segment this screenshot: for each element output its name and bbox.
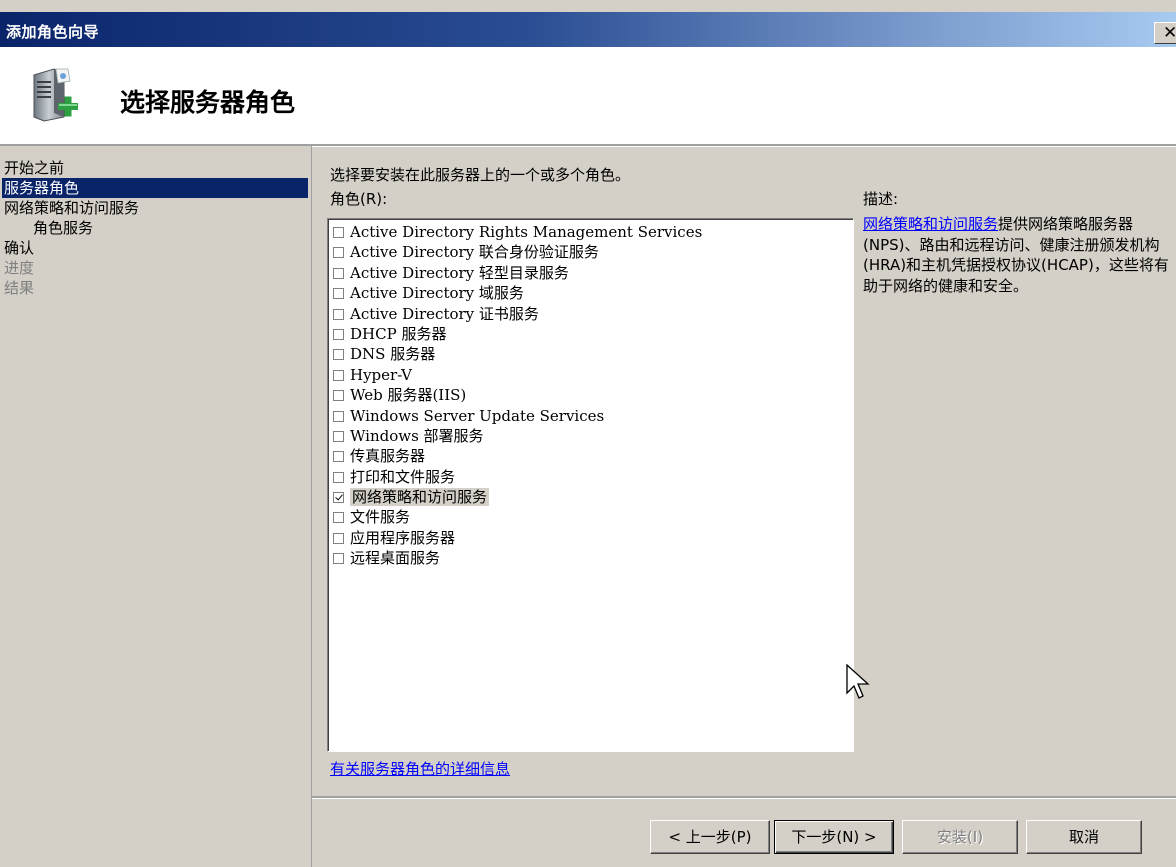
role-item[interactable]: Windows 部署服务 xyxy=(328,426,853,446)
role-item[interactable]: Active Directory 域服务 xyxy=(328,283,853,303)
sidebar-item-results: 结果 xyxy=(4,279,35,297)
role-item[interactable]: Active Directory 证书服务 xyxy=(328,304,853,324)
sidebar-item-progress: 进度 xyxy=(4,259,35,277)
checkbox[interactable] xyxy=(333,410,344,422)
description-label: 描述: xyxy=(863,190,899,208)
mouse-pointer-icon xyxy=(846,664,870,699)
more-info-link[interactable]: 有关服务器角色的详细信息 xyxy=(330,758,510,779)
sidebar-item-role-services[interactable]: 角色服务 xyxy=(2,218,308,238)
window-title: 添加角色向导 xyxy=(6,23,100,41)
close-icon: ✕ xyxy=(1163,23,1176,43)
cancel-button[interactable]: 取消 xyxy=(1026,820,1142,854)
checkbox[interactable] xyxy=(333,532,344,544)
role-item[interactable]: Active Directory Rights Management Servi… xyxy=(328,222,853,242)
role-item[interactable]: 传真服务器 xyxy=(328,446,853,466)
checkbox[interactable] xyxy=(333,512,344,524)
checkbox[interactable] xyxy=(333,328,344,340)
checkbox[interactable] xyxy=(333,390,344,402)
checkbox[interactable] xyxy=(333,267,344,279)
sidebar-item-npas[interactable]: 网络策略和访问服务 xyxy=(2,198,308,218)
sidebar-item-confirmation[interactable]: 确认 xyxy=(2,238,308,258)
checkbox[interactable] xyxy=(333,553,344,565)
next-button[interactable]: 下一步(N) > xyxy=(774,820,894,854)
checkbox[interactable] xyxy=(333,227,344,238)
server-add-icon xyxy=(33,68,78,122)
intro-text: 选择要安装在此服务器上的一个或多个角色。 xyxy=(330,166,631,184)
checkbox[interactable] xyxy=(333,288,344,300)
role-item[interactable]: 应用程序服务器 xyxy=(328,528,853,548)
checkbox[interactable] xyxy=(333,471,344,483)
title-bar[interactable]: 添加角色向导 ✕ xyxy=(0,12,1176,47)
checkbox[interactable] xyxy=(333,430,344,442)
role-item[interactable]: 打印和文件服务 xyxy=(328,467,853,487)
role-item-selected[interactable]: 网络策略和访问服务 xyxy=(328,487,853,507)
roles-label: 角色(R): xyxy=(330,190,388,208)
top-strip xyxy=(0,0,1176,12)
roles-list[interactable]: Active Directory Rights Management Servi… xyxy=(327,218,854,752)
role-item[interactable]: Active Directory 轻型目录服务 xyxy=(328,263,853,283)
checkbox[interactable] xyxy=(333,308,344,320)
footer-divider xyxy=(312,796,1176,799)
role-item[interactable]: Hyper-V xyxy=(328,365,853,385)
role-item[interactable]: Windows Server Update Services xyxy=(328,406,853,426)
checkbox-checked[interactable] xyxy=(333,492,344,504)
checkbox[interactable] xyxy=(333,349,344,361)
sidebar-item-before-you-begin[interactable]: 开始之前 xyxy=(2,158,308,178)
description-text: 网络策略和访问服务提供网络策略服务器(NPS)、路由和远程访问、健康注册颁发机构… xyxy=(863,214,1169,296)
back-button[interactable]: < 上一步(P) xyxy=(650,820,770,854)
role-item[interactable]: 文件服务 xyxy=(328,507,853,527)
role-item[interactable]: Active Directory 联合身份验证服务 xyxy=(328,242,853,262)
close-button[interactable]: ✕ xyxy=(1154,22,1176,44)
install-button: 安装(I) xyxy=(902,820,1018,854)
checkbox[interactable] xyxy=(333,369,344,381)
sidebar-item-server-roles[interactable]: 服务器角色 xyxy=(2,178,308,198)
role-item[interactable]: Web 服务器(IIS) xyxy=(328,385,853,405)
role-item[interactable]: 远程桌面服务 xyxy=(328,548,853,568)
page-title: 选择服务器角色 xyxy=(120,88,296,117)
checkbox[interactable] xyxy=(333,247,344,259)
main-content: 选择要安装在此服务器上的一个或多个角色。 角色(R): 描述: Active D… xyxy=(312,146,1176,796)
wizard-steps-sidebar: 开始之前 服务器角色 网络策略和访问服务 角色服务 确认 进度 结果 xyxy=(0,146,312,867)
role-item[interactable]: DHCP 服务器 xyxy=(328,324,853,344)
wizard-header: 选择服务器角色 xyxy=(0,47,1176,145)
checkbox[interactable] xyxy=(333,451,344,463)
description-link[interactable]: 网络策略和访问服务 xyxy=(863,215,998,233)
role-item[interactable]: DNS 服务器 xyxy=(328,344,853,364)
